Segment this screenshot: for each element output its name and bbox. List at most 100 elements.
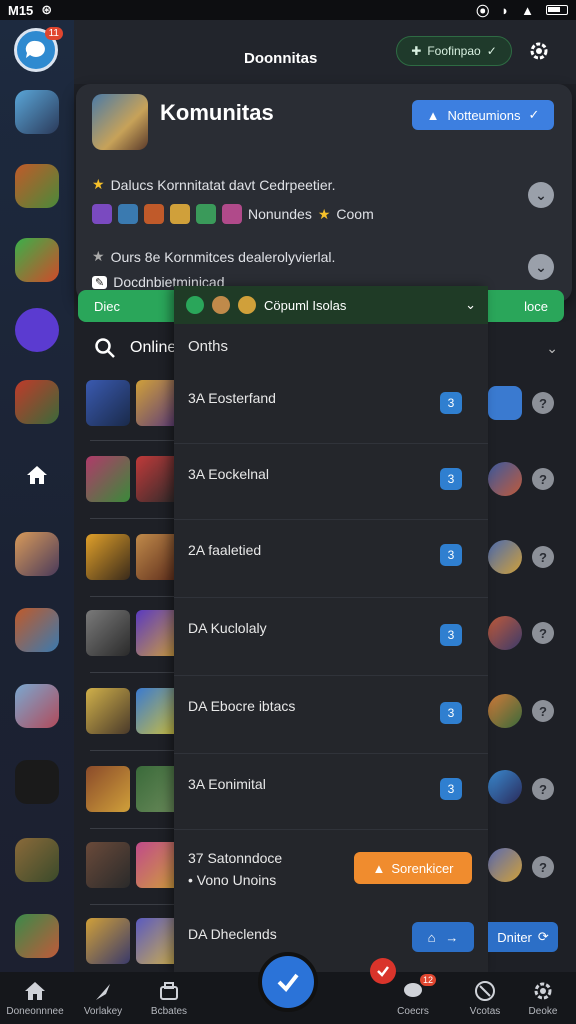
divider bbox=[90, 904, 176, 905]
star-icon: ★ bbox=[92, 176, 105, 192]
nav-home-label: Doneonnnee bbox=[6, 1006, 64, 1017]
dropdown-item[interactable]: 3A Eockelnal 3 bbox=[174, 444, 488, 520]
rail-game-5[interactable] bbox=[15, 380, 59, 424]
app-row[interactable] bbox=[86, 534, 180, 582]
edit-icon: ✎ bbox=[92, 275, 108, 289]
dropdown-item-label: 2A faaletied bbox=[188, 542, 262, 558]
filter-chip-label: Foofinpao bbox=[427, 44, 481, 58]
nav-item-4[interactable]: Coecrs bbox=[378, 980, 448, 1017]
bag-icon bbox=[160, 982, 178, 1000]
app-icon[interactable] bbox=[86, 766, 130, 812]
card-line-2-tail: Coom bbox=[336, 206, 374, 222]
nav-item-5-label: Vcotas bbox=[469, 1006, 501, 1017]
rail-avatar[interactable]: 11 bbox=[14, 27, 63, 72]
app-row[interactable] bbox=[86, 380, 180, 428]
app-icon[interactable] bbox=[86, 688, 130, 734]
thumb-icon: ▲ bbox=[426, 107, 440, 123]
feather-icon bbox=[96, 984, 110, 1000]
wifi-icon: ◗ bbox=[501, 2, 510, 18]
help-icon[interactable]: ? bbox=[532, 622, 554, 644]
expand-button[interactable]: ⌄ bbox=[528, 182, 554, 208]
rail-game-1[interactable] bbox=[15, 90, 59, 134]
app-row[interactable] bbox=[86, 688, 180, 736]
compass-icon bbox=[475, 981, 495, 1001]
app-row[interactable] bbox=[86, 456, 180, 504]
app-row[interactable] bbox=[86, 766, 180, 814]
card-line-3-text: Ours 8e Kornmitces dealerolyvierlal. bbox=[110, 248, 336, 265]
check-icon bbox=[377, 966, 389, 977]
side-game-icon[interactable] bbox=[488, 770, 522, 804]
help-icon[interactable]: ? bbox=[532, 468, 554, 490]
help-icon[interactable]: ? bbox=[532, 700, 554, 722]
rail-game-2[interactable] bbox=[15, 164, 59, 208]
side-game-icon[interactable] bbox=[488, 848, 522, 882]
dropdown-item-label: 3A Eonimital bbox=[188, 776, 266, 792]
dropdown-item[interactable]: DA Ebocre ibtacs 3 bbox=[174, 676, 488, 754]
rail-game-11[interactable] bbox=[15, 914, 59, 958]
center-fab-button[interactable] bbox=[258, 952, 318, 1012]
filter-chip[interactable]: ✚ Foofinpao ✓ bbox=[396, 36, 512, 66]
rail-game-10[interactable] bbox=[15, 838, 59, 882]
rail-game-9[interactable] bbox=[15, 760, 59, 804]
orange-action-button[interactable]: ▲ Sorenkicer bbox=[354, 852, 472, 884]
app-icon[interactable] bbox=[86, 842, 130, 888]
dropdown-header[interactable]: Cöpuml Isolas ⌄ bbox=[174, 286, 488, 324]
app-row[interactable] bbox=[86, 842, 180, 890]
side-game-icon[interactable] bbox=[488, 540, 522, 574]
signal-icon: ▲ bbox=[521, 2, 534, 18]
rail-home[interactable] bbox=[26, 464, 48, 486]
settings-button[interactable] bbox=[524, 36, 554, 66]
help-icon[interactable]: ? bbox=[532, 778, 554, 800]
home-icon bbox=[27, 466, 47, 484]
count-badge: 3 bbox=[440, 778, 462, 800]
dropdown-item[interactable]: 2A faaletied 3 bbox=[174, 520, 488, 598]
card-line-3: ★ Ours 8e Kornmitces dealerolyvierlal. bbox=[92, 248, 335, 265]
nav-settings[interactable]: Deoke bbox=[508, 980, 576, 1017]
side-game-icon[interactable] bbox=[488, 616, 522, 650]
dropdown-item[interactable]: DA Kuclolaly 3 bbox=[174, 598, 488, 676]
rail-game-6[interactable] bbox=[15, 532, 59, 576]
star-icon: ★ bbox=[92, 248, 105, 264]
app-icon[interactable] bbox=[86, 380, 130, 426]
nav-item-3[interactable]: Bcbates bbox=[134, 980, 204, 1017]
mini-game-icon bbox=[92, 204, 112, 224]
help-icon[interactable]: ? bbox=[532, 546, 554, 568]
help-icon[interactable]: ? bbox=[532, 856, 554, 878]
rail-game-8[interactable] bbox=[15, 684, 59, 728]
app-icon[interactable] bbox=[86, 610, 130, 656]
arrow-icon: → bbox=[445, 929, 459, 945]
rail-game-4[interactable] bbox=[15, 308, 59, 352]
right-chip[interactable]: Dniter ⟳ bbox=[488, 922, 558, 952]
dropdown-header-label: Cöpuml Isolas bbox=[264, 297, 347, 313]
expand-button[interactable]: ⌄ bbox=[528, 254, 554, 280]
app-row[interactable] bbox=[86, 918, 180, 966]
count-badge: 3 bbox=[440, 702, 462, 724]
count-badge: 3 bbox=[440, 624, 462, 646]
side-game-icon[interactable] bbox=[488, 462, 522, 496]
chevron-down-icon: ⌄ bbox=[546, 339, 558, 356]
mini-game-icon bbox=[196, 204, 216, 224]
nav-item-2[interactable]: Vorlakey bbox=[68, 980, 138, 1017]
nav-home[interactable]: Doneonnnee bbox=[0, 980, 70, 1017]
side-game-icon[interactable] bbox=[488, 694, 522, 728]
help-icon[interactable]: ? bbox=[532, 392, 554, 414]
app-icon[interactable] bbox=[86, 918, 130, 964]
green-bar-left: Diec bbox=[94, 298, 121, 314]
notifications-button[interactable]: ▲ Notteumions ✓ bbox=[412, 100, 554, 130]
app-icon[interactable] bbox=[86, 534, 130, 580]
app-row[interactable] bbox=[86, 610, 180, 658]
right-chip-label: Dniter bbox=[497, 929, 532, 945]
community-avatar bbox=[92, 94, 148, 150]
rail-game-7[interactable] bbox=[15, 608, 59, 652]
alarm-icon: ⦿ bbox=[476, 3, 490, 19]
rail-game-3[interactable] bbox=[15, 238, 59, 282]
refresh-icon: ⟳ bbox=[537, 929, 549, 944]
divider bbox=[90, 518, 176, 519]
side-game-icon[interactable] bbox=[488, 386, 522, 420]
home-action-button[interactable]: ⌂ → bbox=[412, 922, 474, 952]
app-icon[interactable] bbox=[86, 456, 130, 502]
notification-badge bbox=[370, 958, 396, 984]
check-icon: ✓ bbox=[528, 107, 540, 122]
dropdown-item[interactable]: 3A Eosterfand 3 bbox=[174, 376, 488, 444]
dropdown-item[interactable]: 3A Eonimital 3 bbox=[174, 754, 488, 830]
